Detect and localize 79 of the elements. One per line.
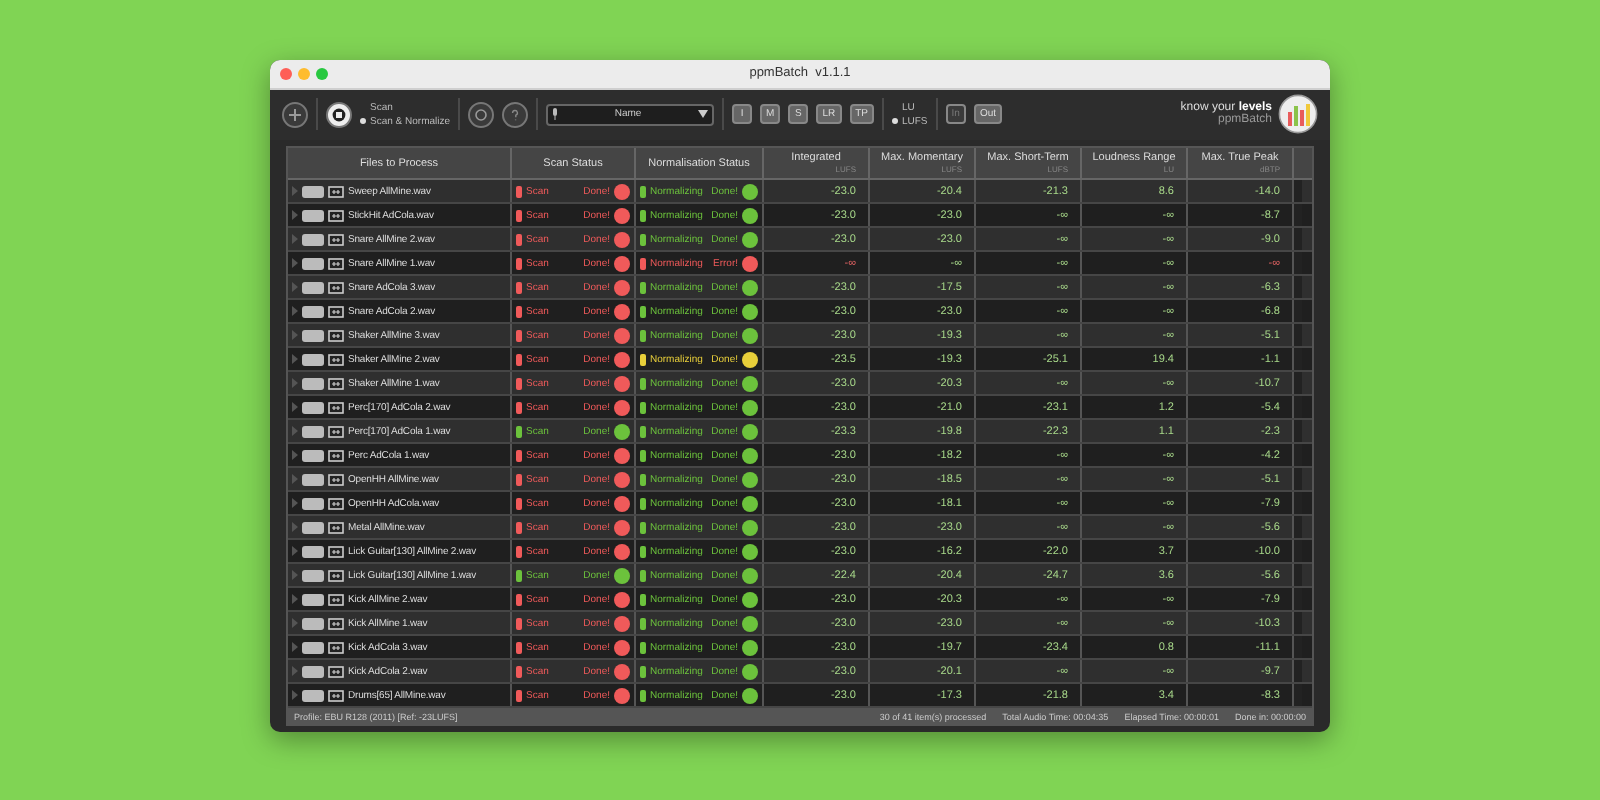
expand-arrow-icon[interactable] — [292, 258, 298, 268]
channel-tag-icon — [302, 281, 324, 293]
expand-arrow-icon[interactable] — [292, 450, 298, 460]
waveform-icon[interactable] — [328, 209, 344, 221]
channel-tag-icon — [302, 497, 324, 509]
settings-button[interactable] — [468, 101, 495, 128]
expand-arrow-icon[interactable] — [292, 186, 298, 196]
expand-arrow-icon[interactable] — [292, 618, 298, 628]
waveform-icon[interactable] — [328, 617, 344, 629]
channel-tag-icon — [302, 353, 324, 365]
expand-arrow-icon[interactable] — [292, 522, 298, 532]
waveform-icon[interactable] — [328, 569, 344, 581]
waveform-icon[interactable] — [328, 425, 344, 437]
plus-icon — [288, 107, 302, 122]
zoom-button[interactable] — [316, 67, 328, 80]
waveform-icon[interactable] — [328, 521, 344, 533]
channel-tag-icon — [302, 185, 324, 197]
channel-tag-icon — [302, 689, 324, 701]
expand-arrow-icon[interactable] — [292, 378, 298, 388]
expand-arrow-icon[interactable] — [292, 498, 298, 508]
channel-tag-icon — [302, 209, 324, 221]
expand-arrow-icon[interactable] — [292, 474, 298, 484]
expand-arrow-icon[interactable] — [292, 594, 298, 604]
channel-tag-icon — [302, 257, 324, 269]
expand-arrow-icon[interactable] — [292, 426, 298, 436]
channel-tag-icon — [302, 569, 324, 581]
channel-tag-icon — [302, 233, 324, 245]
channel-tag-icon — [302, 449, 324, 461]
waveform-icon[interactable] — [328, 641, 344, 653]
waveform-icon[interactable] — [328, 257, 344, 269]
close-button[interactable] — [280, 67, 292, 80]
microphone-icon — [552, 108, 559, 121]
expand-arrow-icon[interactable] — [292, 210, 298, 220]
channel-tag-icon — [302, 425, 324, 437]
expand-arrow-icon[interactable] — [292, 642, 298, 652]
expand-arrow-icon[interactable] — [292, 666, 298, 676]
expand-arrow-icon[interactable] — [292, 690, 298, 700]
expand-arrow-icon[interactable] — [292, 330, 298, 340]
waveform-icon[interactable] — [328, 689, 344, 701]
caret-icon — [698, 110, 709, 119]
expand-arrow-icon[interactable] — [292, 570, 298, 580]
waveform-icon[interactable] — [328, 281, 344, 293]
expand-arrow-icon[interactable] — [292, 282, 298, 292]
help-button[interactable] — [502, 101, 529, 128]
waveform-icon[interactable] — [328, 377, 344, 389]
waveform-icon[interactable] — [328, 329, 344, 341]
channel-tag-icon — [302, 305, 324, 317]
channel-tag-icon — [302, 617, 324, 629]
channel-tag-icon — [302, 641, 324, 653]
add-button[interactable] — [282, 101, 308, 128]
waveform-icon[interactable] — [328, 305, 344, 317]
channel-tag-icon — [302, 593, 324, 605]
channel-tag-icon — [302, 521, 324, 533]
waveform-icon[interactable] — [328, 545, 344, 557]
waveform-icon[interactable] — [328, 449, 344, 461]
waveform-icon[interactable] — [328, 665, 344, 677]
channel-tag-icon — [302, 401, 324, 413]
help-icon — [508, 107, 523, 122]
circle-icon — [474, 107, 489, 122]
waveform-icon[interactable] — [328, 473, 344, 485]
channel-tag-icon — [302, 329, 324, 341]
expand-arrow-icon[interactable] — [292, 234, 298, 244]
expand-arrow-icon[interactable] — [292, 354, 298, 364]
channel-tag-icon — [302, 377, 324, 389]
stop-icon — [332, 107, 346, 122]
level-meter-logo-icon — [1278, 94, 1318, 135]
expand-arrow-icon[interactable] — [292, 402, 298, 412]
waveform-icon[interactable] — [328, 233, 344, 245]
waveform-icon[interactable] — [328, 401, 344, 413]
waveform-icon[interactable] — [328, 185, 344, 197]
waveform-icon[interactable] — [328, 497, 344, 509]
waveform-icon[interactable] — [328, 593, 344, 605]
channel-tag-icon — [302, 545, 324, 557]
waveform-icon[interactable] — [328, 353, 344, 365]
channel-tag-icon — [302, 473, 324, 485]
channel-tag-icon — [302, 665, 324, 677]
expand-arrow-icon[interactable] — [292, 306, 298, 316]
expand-arrow-icon[interactable] — [292, 546, 298, 556]
mode-button[interactable] — [326, 101, 352, 128]
